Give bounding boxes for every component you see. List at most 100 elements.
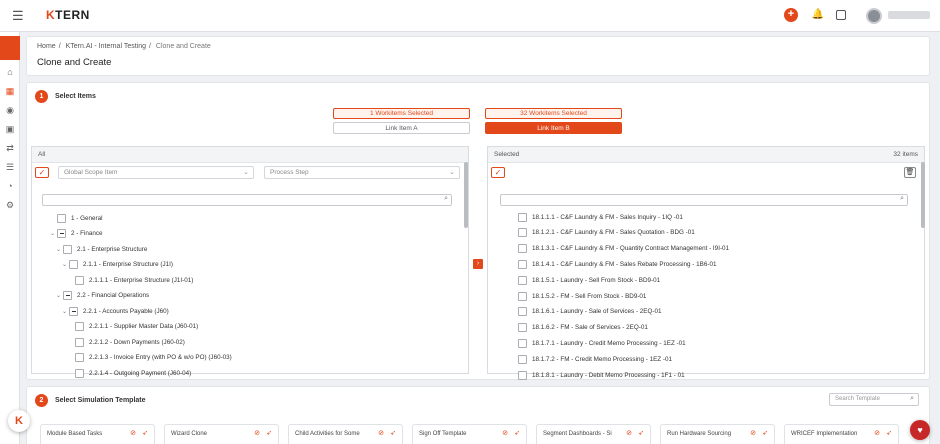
item-checkbox[interactable] [518,307,527,317]
launch-icon[interactable]: ➶ [142,429,148,437]
selected-item[interactable]: 18.1.7.2 - FM - Credit Memo Processing -… [518,353,672,365]
tree-node[interactable]: 2.2.1.2 - Down Payments (J60-02) [66,336,185,348]
chevron-down-icon[interactable]: ⌄ [48,230,57,237]
clone-icon[interactable]: ⊘ [874,429,880,437]
support-icon[interactable]: ♥ [910,420,930,440]
item-checkbox[interactable] [518,259,527,269]
selected-item[interactable]: 18.1.4.1 - C&F Laundry & FM - Sales Reba… [518,258,716,270]
launch-icon[interactable]: ➶ [514,429,520,437]
menu-icon[interactable]: ☰ [12,8,24,24]
clone-icon[interactable]: ⊘ [626,429,632,437]
transfer-icon[interactable]: ⇄ [4,142,16,154]
home-icon[interactable]: ⌂ [4,66,16,78]
clone-icon[interactable]: ⊘ [502,429,508,437]
breadcrumb-home[interactable]: Home [37,43,56,50]
tree-checkbox[interactable] [57,229,66,238]
tree-checkbox[interactable] [75,368,84,378]
item-checkbox[interactable] [518,323,527,333]
template-card[interactable]: Run Hardware Sourcing ⊘ ➶ [660,424,775,444]
sidebar-accent-tab[interactable] [0,36,20,60]
left-scrollbar[interactable] [464,162,468,228]
tree-node[interactable]: ⌄ 2.1.1 - Enterprise Structure (J1I) [60,259,173,271]
tree-node[interactable]: ⌄ 2.2 - Financial Operations [54,290,149,302]
tree-checkbox[interactable] [75,275,84,285]
tree-checkbox[interactable] [75,322,84,331]
tree-checkbox[interactable] [75,337,84,347]
selected-item[interactable]: 18.1.5.2 - FM - Sell From Stock - BD9-01 [518,290,646,302]
item-checkbox[interactable] [518,291,527,301]
select-all-selected-button[interactable]: ✓ [491,167,505,178]
template-card[interactable]: Segment Dashboards - Si ⊘ ➶ [536,424,651,444]
selected-search-input[interactable]: ⌕ [500,194,908,206]
item-checkbox[interactable] [518,354,527,364]
chevron-down-icon[interactable]: ⌄ [60,261,69,268]
right-scrollbar[interactable] [921,162,925,228]
item-checkbox[interactable] [518,275,527,285]
clone-icon[interactable]: ⊘ [750,429,756,437]
selected-item[interactable]: 18.1.7.1 - Laundry - Credit Memo Process… [518,337,686,349]
clone-icon[interactable]: ⊘ [130,429,136,437]
launch-icon[interactable]: ➶ [266,429,272,437]
plus-icon[interactable]: + [784,8,798,22]
link-item-b-button[interactable]: Link Item B [485,122,622,134]
link-item-a-button[interactable]: Link Item A [333,122,470,134]
delete-icon[interactable]: 🗑 [904,167,916,178]
tree-node[interactable]: 2.1.1.1 - Enterprise Structure (J1I-01) [66,274,193,286]
selected-item[interactable]: 18.1.6.2 - FM - Sale of Services - 2EQ-0… [518,322,648,334]
launch-icon[interactable]: ➶ [886,429,892,437]
tree-node[interactable]: 2.2.1.1 - Supplier Master Data (J60-01) [66,321,198,333]
item-checkbox[interactable] [518,338,527,348]
template-card[interactable]: Wizard Clone ⊘ ➶ [164,424,279,444]
calendar-icon[interactable] [836,10,846,20]
tree-checkbox[interactable] [69,306,78,316]
tree-checkbox[interactable] [57,213,66,223]
item-checkbox[interactable] [518,212,527,222]
clone-icon[interactable]: ⊘ [254,429,260,437]
tree-node[interactable]: 1 - General [48,212,103,224]
item-checkbox[interactable] [518,370,527,380]
location-icon[interactable]: ◉ [4,104,16,116]
selected-item[interactable]: 18.1.1.1 - C&F Laundry & FM - Sales Inqu… [518,211,683,223]
selected-item[interactable]: 18.1.3.1 - C&F Laundry & FM - Quantity C… [518,243,729,255]
selected-item[interactable]: 18.1.8.1 - Laundry - Debit Memo Processi… [518,369,685,381]
tree-checkbox[interactable] [63,291,72,300]
settings-icon[interactable]: ⚙ [4,199,16,211]
selected-item[interactable]: 18.1.5.1 - Laundry - Sell From Stock - B… [518,274,660,286]
launch-icon[interactable]: ➶ [390,429,396,437]
tree-node[interactable]: 2.2.1.3 - Invoice Entry (with PO & w/o P… [66,352,232,364]
chevron-down-icon[interactable]: ⌄ [60,308,69,315]
tree-search-input[interactable]: ⌕ [42,194,452,206]
tree-checkbox[interactable] [75,353,84,362]
board-icon[interactable]: ▣ [4,123,16,135]
bell-icon[interactable]: 🔔 [811,8,825,22]
template-card[interactable]: Sign Off Template ⊘ ➶ [412,424,527,444]
ktern-assistant-button[interactable]: K [8,410,30,432]
clone-icon[interactable]: ⊘ [378,429,384,437]
username-blurred[interactable] [888,11,930,19]
tree-node[interactable]: ⌄ 2.1 - Enterprise Structure [54,243,147,255]
tree-node[interactable]: 2.2.1.4 - Outgoing Payment (J60-04) [66,367,191,379]
breadcrumb-project[interactable]: KTern.AI - Internal Testing [66,43,146,50]
item-checkbox[interactable] [518,228,527,238]
selected-item[interactable]: 18.1.2.1 - C&F Laundry & FM - Sales Quot… [518,227,695,239]
template-card[interactable]: WRICEF Implementation ⊘ ➶ [784,424,899,444]
item-checkbox[interactable] [518,244,527,254]
tree-node[interactable]: ⌄ 2 - Finance [48,228,103,240]
template-search-input[interactable]: Search Template ⌕ [829,393,919,406]
global-scope-select[interactable]: Global Scope Item ⌄ [58,166,254,179]
tree-checkbox[interactable] [63,244,72,254]
launch-icon[interactable]: ➶ [762,429,768,437]
template-card[interactable]: Child Activities for Some ⊘ ➶ [288,424,403,444]
tree-node[interactable]: ⌄ 2.2.1 - Accounts Payable (J60) [60,305,169,317]
app-logo[interactable]: KTERN [46,8,90,22]
template-card[interactable]: Module Based Tasks ⊘ ➶ [40,424,155,444]
dashboard-icon[interactable]: ◔ [4,180,16,192]
select-all-button[interactable]: ✓ [35,167,49,178]
grid-icon[interactable]: ▦ [4,85,16,97]
selected-item[interactable]: 18.1.6.1 - Laundry - Sale of Services - … [518,306,662,318]
process-step-select[interactable]: Process Step ⌄ [264,166,460,179]
launch-icon[interactable]: ➶ [638,429,644,437]
chevron-down-icon[interactable]: ⌄ [54,292,63,299]
tree-checkbox[interactable] [69,260,78,269]
chevron-down-icon[interactable]: ⌄ [54,246,63,253]
